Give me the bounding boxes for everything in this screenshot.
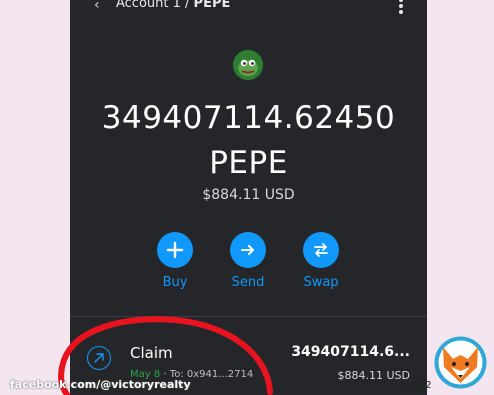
buy-button[interactable]: Buy	[145, 232, 205, 290]
swap-button[interactable]: Swap	[291, 232, 351, 290]
buy-label: Buy	[162, 275, 188, 290]
transaction-title: Claim	[130, 344, 173, 362]
back-chevron-icon[interactable]: ‹	[94, 0, 100, 13]
fiat-balance: $884.11 USD	[202, 187, 295, 203]
token-breadcrumb-label: PEPE	[193, 0, 231, 11]
account-label: Account 1 /	[116, 0, 190, 11]
outgoing-arrow-icon	[87, 346, 111, 370]
more-options-icon[interactable]	[399, 0, 403, 14]
transaction-amount: 349407114.6...	[291, 344, 410, 360]
header: ‹ Account 1 / PEPE	[70, 0, 427, 16]
swap-label: Swap	[303, 275, 339, 290]
wallet-screen: ‹ Account 1 / PEPE 349407114.62450 PEPE …	[70, 0, 427, 395]
arrow-right-icon	[230, 232, 266, 268]
fox-logo-icon	[433, 335, 488, 390]
token-balance: 349407114.62450	[101, 100, 396, 136]
timestamp: 18/08/2	[393, 380, 432, 391]
send-label: Send	[231, 275, 265, 290]
watermark: facebook.com/@victoryrealty	[10, 378, 191, 391]
send-button[interactable]: Send	[218, 232, 278, 290]
token-symbol: PEPE	[209, 145, 288, 181]
swap-arrows-icon	[303, 232, 339, 268]
breadcrumb: Account 1 / PEPE	[116, 0, 230, 11]
pepe-token-icon	[233, 50, 263, 80]
plus-icon	[157, 232, 193, 268]
